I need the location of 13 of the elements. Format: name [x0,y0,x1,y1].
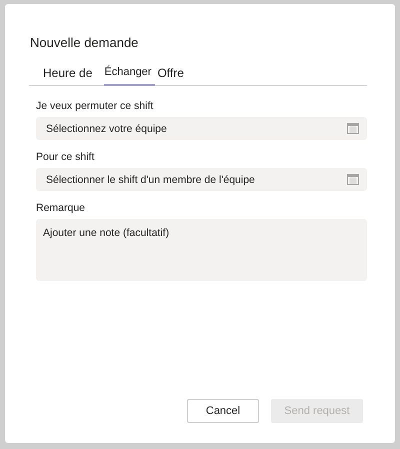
dialog-title: Nouvelle demande [30,35,140,50]
field-label: Remarque [36,202,86,214]
tab[interactable]: Échanger [104,65,156,86]
select-field[interactable]: Sélectionner le shift d'un membre de l'équipe [36,168,367,191]
cancel-button[interactable]: Cancel [187,399,259,423]
tab[interactable]: Offre [157,65,188,86]
note-field[interactable]: Ajouter une note (facultatif) [36,219,367,281]
field-label: Je veux permuter ce shift [36,100,154,112]
calendar-icon [347,123,359,134]
select-field[interactable]: Sélectionnez votre équipe [36,117,367,140]
field-label: Pour ce shift [36,151,96,163]
calendar-icon [347,174,359,185]
tab[interactable]: Heure de [43,65,96,86]
